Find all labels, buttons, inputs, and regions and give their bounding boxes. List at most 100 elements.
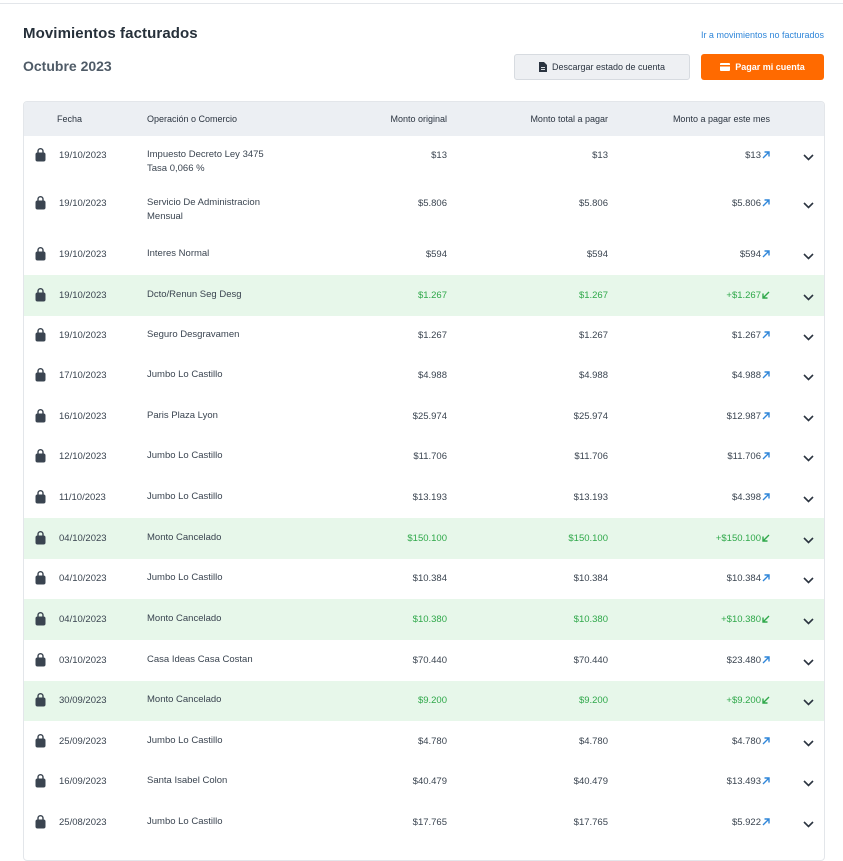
arrow-up-right-icon — [762, 331, 770, 342]
table-row[interactable]: 19/10/2023 Servicio De Administracion Mens… — [24, 184, 824, 234]
table-row[interactable]: 30/09/2023 Monto Cancelado $9.200 $9.200 +$9… — [24, 681, 824, 721]
row-date: 19/10/2023 — [59, 249, 107, 260]
table-row[interactable]: 19/10/2023 Interes Normal $594 $594 $594 — [24, 234, 824, 275]
table-row[interactable]: 19/10/2023 Dcto/Renun Seg Desg $1.267 $1.26… — [24, 275, 824, 316]
pay-account-button[interactable]: Pagar mi cuenta — [701, 54, 824, 80]
row-description-line1: Dcto/Renun Seg Desg — [147, 289, 242, 300]
row-month-amount: $11.706 — [630, 451, 770, 463]
table-row[interactable]: 19/10/2023 Impuesto Decreto Ley 3475 Tasa … — [24, 136, 824, 184]
expand-chevron-icon[interactable] — [803, 536, 814, 547]
row-description: Seguro Desgravamen — [147, 328, 239, 342]
arrow-down-left-icon — [762, 291, 770, 302]
row-description-line1: Santa Isabel Colon — [147, 775, 228, 786]
expand-chevron-icon[interactable] — [803, 820, 814, 831]
table-row[interactable]: 19/10/2023 Seguro Desgravamen $1.267 $1.267… — [24, 316, 824, 356]
row-description-line1: Jumbo Lo Castillo — [147, 735, 223, 746]
row-original-amount: $594 — [425, 249, 447, 260]
row-description: Impuesto Decreto Ley 3475 Tasa 0,066 % — [147, 148, 264, 176]
expand-chevron-icon[interactable] — [803, 414, 814, 425]
row-date: 11/10/2023 — [59, 492, 106, 503]
table-row[interactable]: 25/09/2023 Jumbo Lo Castillo $4.780 $4.780 $… — [24, 721, 824, 762]
expand-chevron-icon[interactable] — [803, 153, 814, 164]
row-month-amount: +$1.267 — [630, 290, 770, 302]
arrow-up-right-icon — [762, 574, 770, 585]
row-total-amount: $70.440 — [573, 655, 608, 666]
row-description: Jumbo Lo Castillo — [147, 490, 223, 504]
row-description: Interes Normal — [147, 247, 209, 261]
arrow-up-right-icon — [762, 493, 770, 504]
row-description-line1: Interes Normal — [147, 248, 210, 259]
row-month-amount: $13.493 — [630, 776, 770, 788]
expand-chevron-icon[interactable] — [803, 373, 814, 384]
row-total-amount: $4.780 — [578, 736, 608, 747]
row-description-line1: Jumbo Lo Castillo — [147, 491, 223, 502]
row-total-amount: $10.384 — [573, 573, 608, 584]
expand-chevron-icon[interactable] — [803, 576, 814, 587]
unbilled-movements-link[interactable]: Ir a movimientos no facturados — [701, 30, 824, 40]
document-icon — [538, 62, 547, 72]
table-row[interactable]: 11/10/2023 Jumbo Lo Castillo $13.193 $13.19… — [24, 477, 824, 518]
row-month-amount-value: $10.384 — [726, 573, 761, 584]
expand-chevron-icon[interactable] — [803, 201, 814, 212]
table-row[interactable]: 17/10/2023 Jumbo Lo Castillo $4.988 $4.988 $… — [24, 356, 824, 396]
row-total-amount: $17.765 — [573, 817, 608, 828]
row-original-amount: $9.200 — [417, 695, 447, 706]
row-month-amount: $5.806 — [630, 198, 770, 210]
expand-chevron-icon[interactable] — [803, 779, 814, 790]
row-total-amount: $11.706 — [574, 451, 608, 462]
row-total-amount: $150.100 — [568, 533, 608, 544]
table-row[interactable]: 04/10/2023 Monto Cancelado $10.380 $10.380 +… — [24, 599, 824, 640]
arrow-up-right-icon — [762, 737, 770, 748]
row-description: Jumbo Lo Castillo — [147, 449, 223, 463]
row-original-amount: $13.193 — [412, 492, 447, 503]
table-row[interactable]: 16/09/2023 Santa Isabel Colon $40.479 $40.4… — [24, 762, 824, 802]
table-row[interactable]: 03/10/2023 Casa Ideas Casa Costan $70.440 $… — [24, 640, 824, 681]
expand-chevron-icon[interactable] — [803, 293, 814, 304]
expand-chevron-icon[interactable] — [803, 454, 814, 465]
lock-icon — [35, 733, 46, 751]
arrow-up-right-icon — [762, 412, 770, 423]
expand-chevron-icon[interactable] — [803, 698, 814, 709]
row-total-amount: $1.267 — [578, 290, 608, 301]
table-row[interactable]: 25/08/2023 Jumbo Lo Castillo $17.765 $17.76… — [24, 802, 824, 843]
expand-chevron-icon[interactable] — [803, 617, 814, 628]
row-month-amount: $1.267 — [630, 330, 770, 342]
row-total-amount: $5.806 — [578, 198, 608, 209]
expand-chevron-icon[interactable] — [803, 252, 814, 263]
download-statement-button[interactable]: Descargar estado de cuenta — [514, 54, 690, 80]
row-description: Monto Cancelado — [147, 531, 221, 545]
row-date: 19/10/2023 — [59, 150, 107, 161]
row-month-amount: $4.780 — [630, 736, 770, 748]
row-description-line1: Jumbo Lo Castillo — [147, 369, 223, 380]
row-description: Monto Cancelado — [147, 612, 221, 626]
expand-chevron-icon[interactable] — [803, 658, 814, 669]
row-original-amount: $11.706 — [413, 451, 447, 462]
row-date: 04/10/2023 — [59, 614, 107, 625]
row-month-amount-value: +$9.200 — [726, 695, 761, 706]
table-row[interactable]: 16/10/2023 Paris Plaza Lyon $25.974 $25.974… — [24, 396, 824, 437]
row-month-amount-value: +$150.100 — [715, 533, 761, 544]
table-row[interactable]: 12/10/2023 Jumbo Lo Castillo $11.706 $11.70… — [24, 437, 824, 477]
row-description-line1: Jumbo Lo Castillo — [147, 816, 223, 827]
row-date: 16/09/2023 — [59, 776, 107, 787]
row-description-line1: Monto Cancelado — [147, 613, 222, 624]
lock-icon — [35, 530, 46, 548]
lock-icon — [35, 327, 46, 345]
row-month-amount-value: +$1.267 — [726, 290, 761, 301]
row-original-amount: $13 — [431, 150, 447, 161]
table-row[interactable]: 04/10/2023 Jumbo Lo Castillo $10.384 $10.38… — [24, 559, 824, 599]
table-row[interactable]: 04/10/2023 Monto Cancelado $150.100 $150.10… — [24, 518, 824, 559]
pay-account-label: Pagar mi cuenta — [735, 62, 805, 72]
expand-chevron-icon[interactable] — [803, 333, 814, 344]
row-date: 16/10/2023 — [59, 411, 107, 422]
row-date: 25/08/2023 — [59, 817, 107, 828]
row-description: Casa Ideas Casa Costan — [147, 653, 253, 667]
row-description: Paris Plaza Lyon — [147, 409, 218, 423]
statement-period: Octubre 2023 — [23, 58, 112, 74]
lock-icon — [35, 448, 46, 466]
arrow-down-left-icon — [762, 696, 770, 707]
row-month-amount: $23.480 — [630, 655, 770, 667]
expand-chevron-icon[interactable] — [803, 495, 814, 506]
row-month-amount: $4.398 — [630, 492, 770, 504]
expand-chevron-icon[interactable] — [803, 739, 814, 750]
